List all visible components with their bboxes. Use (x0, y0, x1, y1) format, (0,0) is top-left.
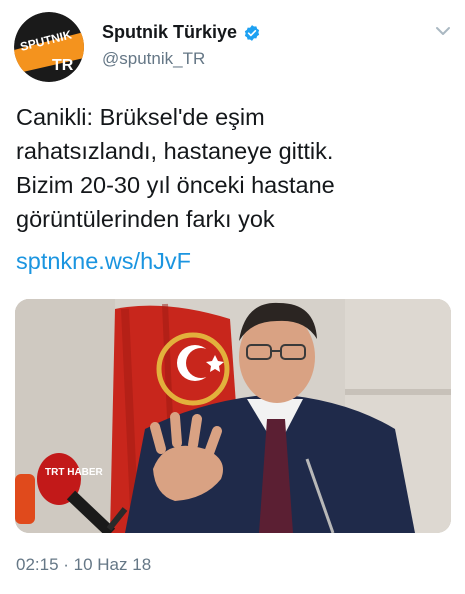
tweet-text-line: Canikli: Brüksel'de eşim (16, 104, 265, 130)
press-conference-photo: TRT HABER (15, 299, 451, 533)
tweet-text-line: rahatsızlandı, hastaneye gittik. (16, 138, 334, 164)
chevron-down-icon[interactable] (434, 24, 452, 38)
tweet-text-line: Bizim 20-30 yıl önceki hastane (16, 172, 335, 198)
avatar-badge-text: TR (52, 57, 74, 74)
avatar[interactable]: SPUTNIK TR (14, 12, 84, 82)
tweet-link[interactable]: sptnkne.ws/hJvF (16, 244, 191, 278)
user-handle[interactable]: @sputnik_TR (102, 49, 205, 69)
display-name[interactable]: Sputnik Türkiye (102, 22, 237, 43)
tweet-text-line: görüntülerinden farkı yok (16, 206, 275, 232)
tweet-timestamp[interactable]: 02:15 · 10 Haz 18 (16, 555, 151, 575)
tweet-text: Canikli: Brüksel'de eşim rahatsızlandı, … (16, 100, 456, 236)
tweet-card: SPUTNIK TR Sputnik Türkiye @sputnik_TR C… (0, 0, 465, 594)
user-name-row[interactable]: Sputnik Türkiye (102, 22, 261, 43)
tweet-photo[interactable]: TRT HABER (15, 299, 451, 533)
sputnik-logo-icon: SPUTNIK TR (14, 12, 84, 82)
verified-badge-icon (243, 24, 261, 42)
microphone-logo-text: TRT HABER (45, 467, 104, 478)
